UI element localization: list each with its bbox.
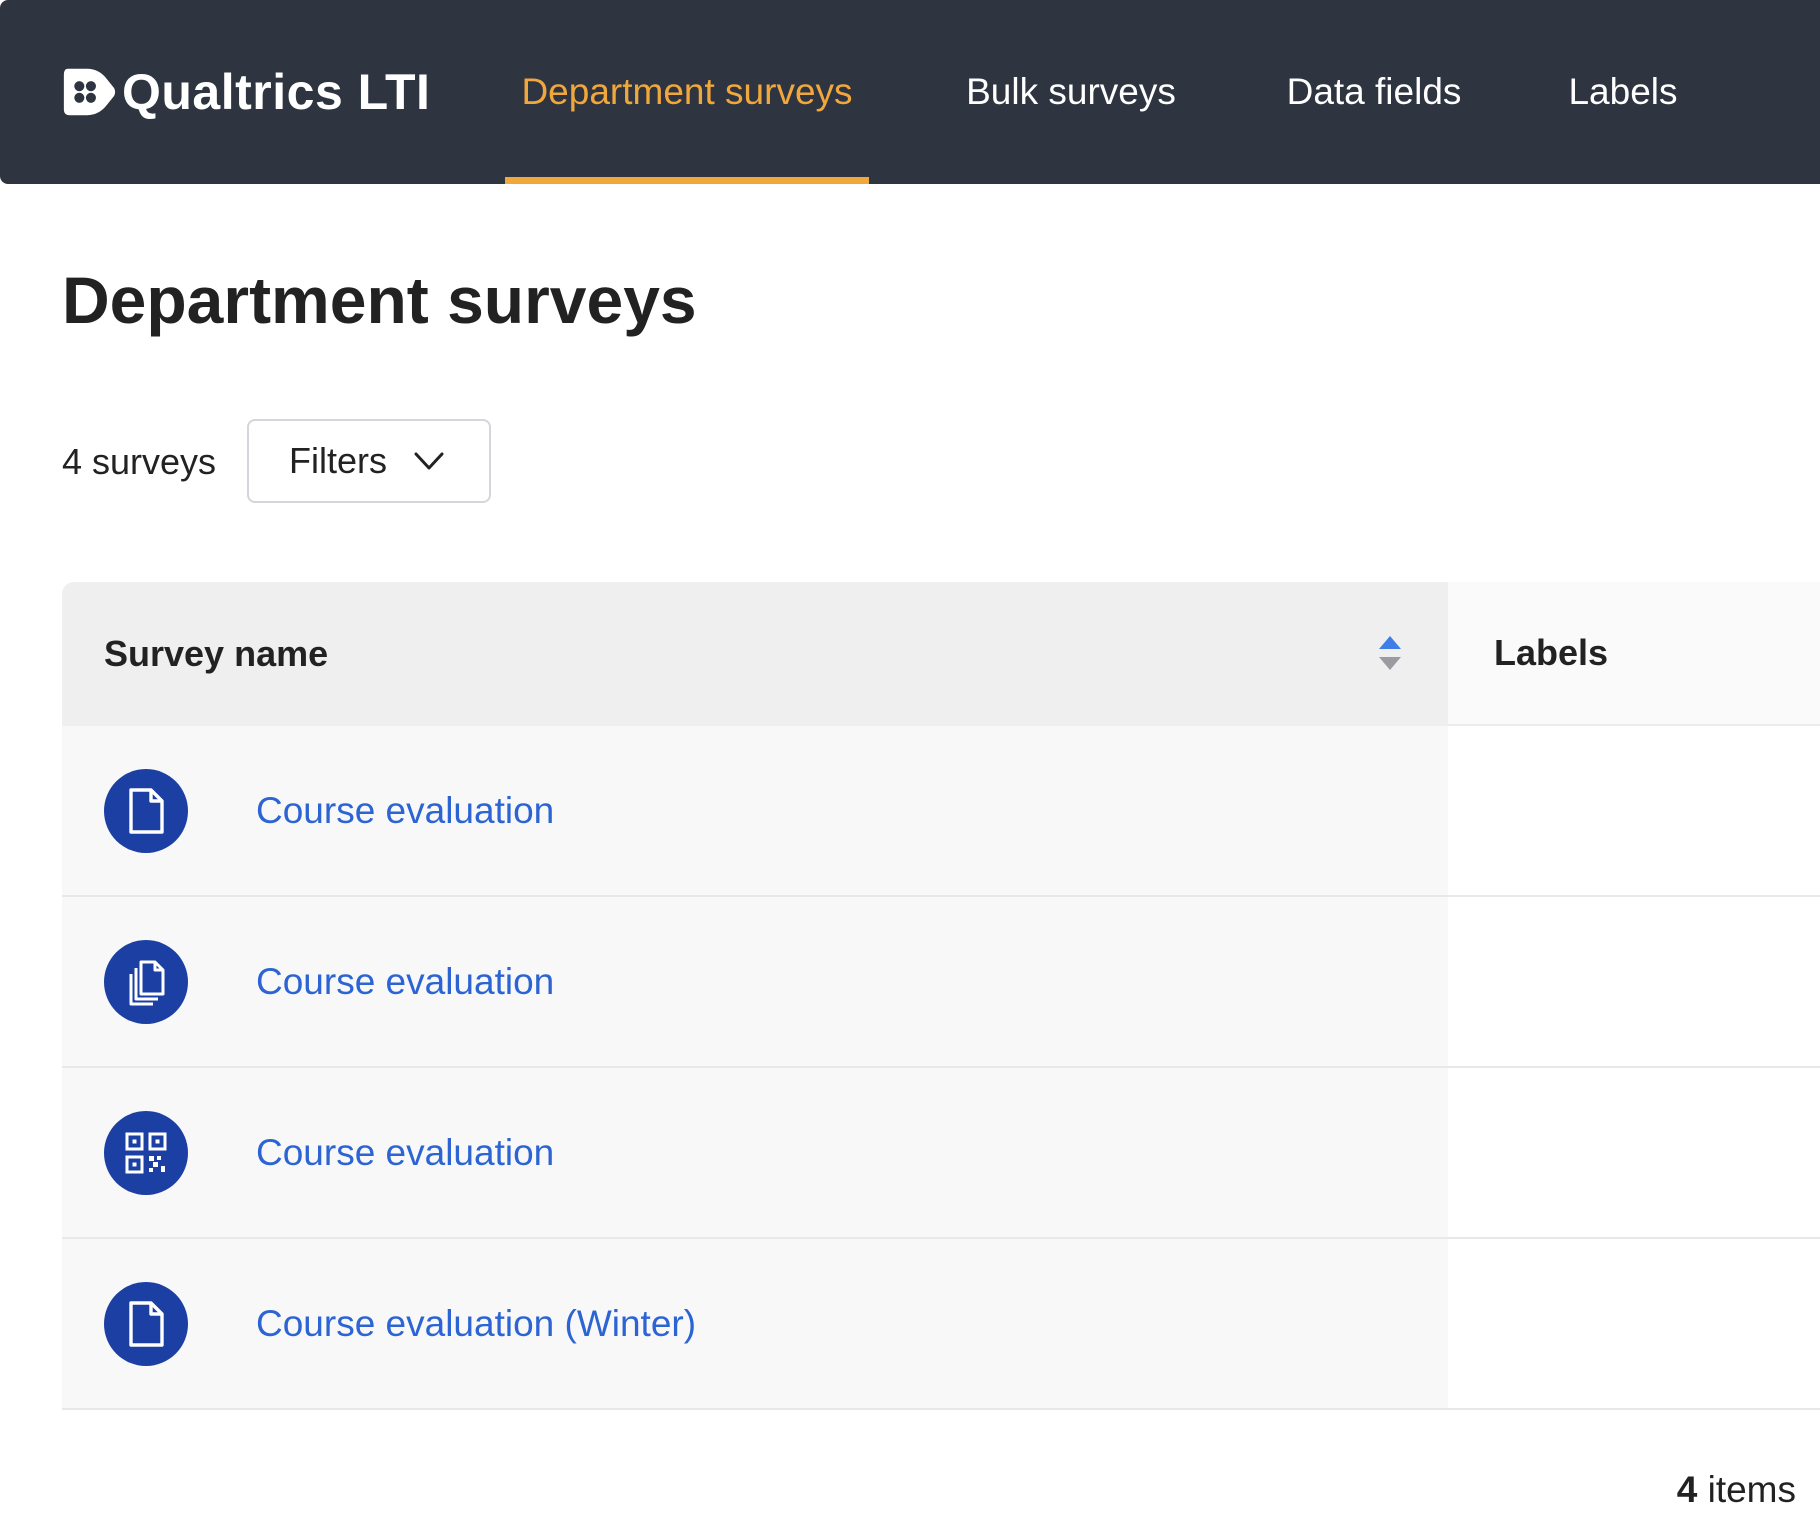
tab-data-fields[interactable]: Data fields bbox=[1268, 0, 1480, 184]
sort-icon[interactable] bbox=[1378, 634, 1402, 672]
survey-name-cell: Course evaluation bbox=[62, 897, 1448, 1068]
survey-count: 4 surveys bbox=[62, 441, 217, 482]
survey-link[interactable]: Course evaluation bbox=[256, 1132, 554, 1174]
top-navigation-bar: Qualtrics LTI Department surveys Bulk su… bbox=[0, 0, 1820, 184]
qr-code-icon bbox=[104, 1110, 188, 1195]
tab-department-surveys[interactable]: Department surveys bbox=[505, 0, 869, 184]
app-name: Qualtrics LTI bbox=[122, 64, 431, 120]
column-header-survey-name[interactable]: Survey name bbox=[62, 582, 1448, 726]
column-header-label: Survey name bbox=[104, 633, 329, 674]
filters-button-label: Filters bbox=[289, 440, 387, 481]
chevron-down-icon bbox=[414, 452, 444, 470]
filters-button[interactable]: Filters bbox=[247, 419, 491, 503]
table-row: Course evaluation (Winter) bbox=[62, 1239, 1820, 1410]
table-row: Course evaluation bbox=[62, 897, 1820, 1068]
surveys-table: Survey name Labels Course evaluation Cou… bbox=[62, 582, 1820, 1410]
labels-cell bbox=[1448, 897, 1820, 1068]
survey-name-cell: Course evaluation bbox=[62, 726, 1448, 897]
document-icon bbox=[104, 1281, 188, 1366]
table-row: Course evaluation bbox=[62, 726, 1820, 897]
tab-bulk-surveys[interactable]: Bulk surveys bbox=[940, 0, 1202, 184]
items-count-number: 4 bbox=[1676, 1469, 1698, 1510]
tab-labels[interactable]: Labels bbox=[1552, 0, 1694, 184]
items-count: 4 items bbox=[1677, 1468, 1796, 1512]
labels-cell bbox=[1448, 726, 1820, 897]
document-icon bbox=[104, 768, 188, 853]
labels-cell bbox=[1448, 1068, 1820, 1239]
items-count-suffix: items bbox=[1697, 1469, 1796, 1510]
survey-name-cell: Course evaluation bbox=[62, 1068, 1448, 1239]
app-logo[interactable]: Qualtrics LTI bbox=[60, 60, 430, 124]
copy-documents-icon bbox=[104, 939, 188, 1024]
survey-link[interactable]: Course evaluation bbox=[256, 790, 554, 832]
column-header-labels: Labels bbox=[1448, 582, 1820, 726]
labels-cell bbox=[1448, 1239, 1820, 1410]
survey-link[interactable]: Course evaluation (Winter) bbox=[256, 1303, 696, 1345]
page-title: Department surveys bbox=[62, 263, 697, 337]
table-row: Course evaluation bbox=[62, 1068, 1820, 1239]
survey-name-cell: Course evaluation (Winter) bbox=[62, 1239, 1448, 1410]
qualtrics-logo-icon bbox=[63, 68, 116, 116]
survey-link[interactable]: Course evaluation bbox=[256, 961, 554, 1003]
table-header: Survey name Labels bbox=[62, 582, 1820, 726]
